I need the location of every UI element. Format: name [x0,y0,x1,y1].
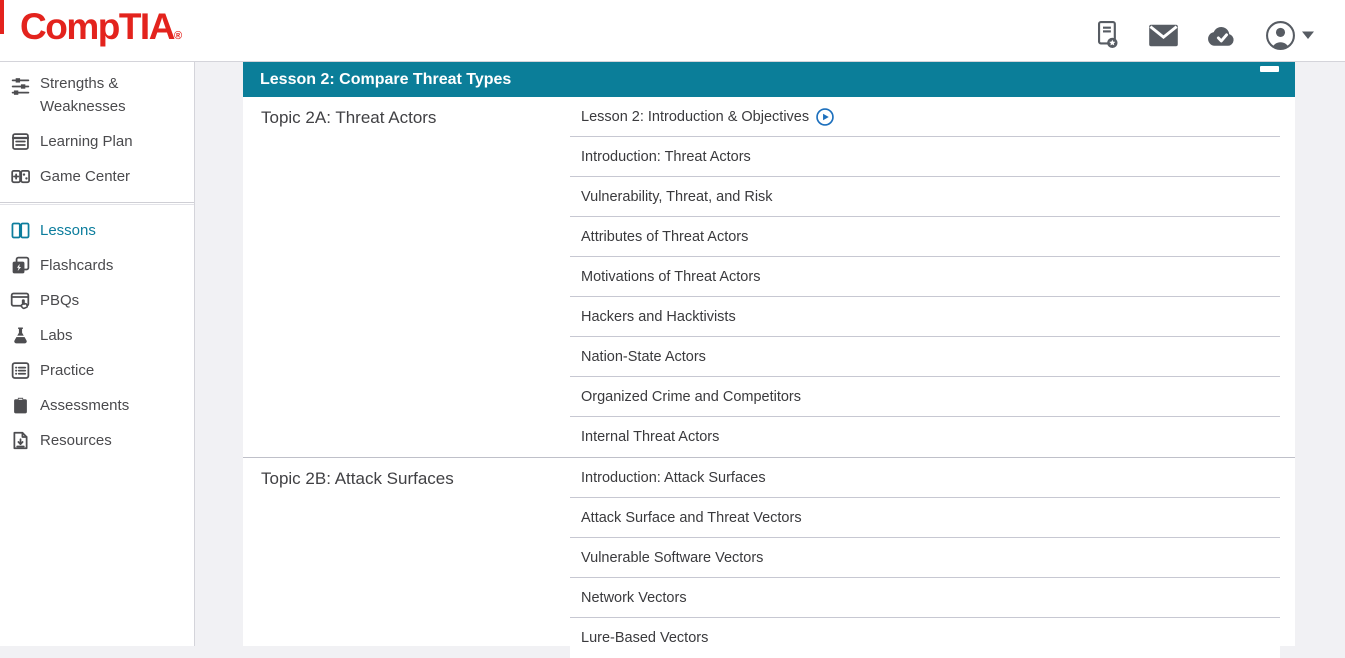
lesson-item-row[interactable]: Attributes of Threat Actors [570,217,1280,257]
sidebar-item-game-center[interactable]: Game Center [0,159,194,194]
sidebar-item-practice[interactable]: Practice [0,353,194,388]
lesson-item-label: Hackers and Hacktivists [581,309,736,325]
lesson-item-row[interactable]: Attack Surface and Threat Vectors [570,498,1280,538]
lesson-item-row[interactable]: Vulnerable Software Vectors [570,538,1280,578]
score-report-icon[interactable] [1094,19,1121,51]
lesson-item-label: Organized Crime and Competitors [581,389,801,405]
lesson-item-label: Attack Surface and Threat Vectors [581,510,802,526]
labs-icon [9,325,31,347]
lesson-item-label: Nation-State Actors [581,349,706,365]
lesson-item-row[interactable]: Internal Threat Actors [570,417,1280,457]
sidebar-item-assessments[interactable]: Assessments [0,388,194,423]
sidebar-divider [0,202,194,205]
practice-icon [9,360,31,382]
messages-icon[interactable] [1148,23,1179,48]
sidebar-item-label: Learning Plan [40,130,133,153]
lesson-item-row[interactable]: Hackers and Hacktivists [570,297,1280,337]
sidebar-item-label: Flashcards [40,254,113,277]
lesson-item-label: Motivations of Threat Actors [581,269,760,285]
sidebar-item-label: Resources [40,429,112,452]
topic-title-column: Topic 2A: Threat Actors [243,97,570,457]
resources-icon [9,430,31,452]
lesson-item-row[interactable]: Motivations of Threat Actors [570,257,1280,297]
game-center-icon [9,166,31,188]
comptia-logo-text: CompTIA [20,6,174,47]
topbar-actions [1094,0,1315,62]
lesson-header-title: Lesson 2: Compare Threat Types [260,71,511,89]
sidebar-item-label: Game Center [40,165,130,188]
cloud-sync-icon[interactable] [1206,23,1238,48]
sidebar-item-label: Strengths & Weaknesses [40,72,165,119]
sidebar-main-group: Lessons Flashcards PBQs Labs Practice Assessm… [0,213,194,458]
lesson-item-row[interactable]: Introduction: Attack Surfaces [570,458,1280,498]
edge-accent [0,0,4,34]
strengths-weaknesses-icon [9,75,31,97]
sidebar-item-lessons[interactable]: Lessons [0,213,194,248]
topic-title: Topic 2A: Threat Actors [261,108,570,128]
assessments-icon [9,395,31,417]
sidebar-item-label: Assessments [40,394,129,417]
learning-plan-icon [9,131,31,153]
topic-section-2: Topic 2B: Attack SurfacesIntroduction: A… [243,457,1295,658]
sidebar-item-label: Labs [40,324,73,347]
lesson-item-list: Lesson 2: Introduction & Objectives Intro… [570,97,1280,457]
lesson-item-row[interactable]: Lesson 2: Introduction & Objectives [570,97,1280,137]
play-circle-icon[interactable] [816,108,834,126]
pbqs-icon [9,290,31,312]
sidebar-item-strengths-weaknesses[interactable]: Strengths & Weaknesses [0,68,194,124]
sidebar-item-flashcards[interactable]: Flashcards [0,248,194,283]
sidebar-item-label: Practice [40,359,94,382]
sidebar-item-label: PBQs [40,289,79,312]
topic-title: Topic 2B: Attack Surfaces [261,469,570,489]
account-icon[interactable] [1265,20,1296,51]
lesson-item-label: Attributes of Threat Actors [581,229,748,245]
comptia-logo[interactable]: CompTIA® [20,6,182,48]
sidebar-navigation: Strengths & Weaknesses Learning Plan Game … [0,62,195,646]
lesson-item-label: Vulnerable Software Vectors [581,550,763,566]
lesson-item-row[interactable]: Network Vectors [570,578,1280,618]
lesson-item-label: Lesson 2: Introduction & Objectives [581,109,809,125]
lesson-item-row[interactable]: Vulnerability, Threat, and Risk [570,177,1280,217]
lesson-item-label: Lure-Based Vectors [581,630,708,646]
lesson-item-row[interactable]: Introduction: Threat Actors [570,137,1280,177]
flashcards-icon [9,255,31,277]
top-navigation-bar: CompTIA® [0,0,1345,62]
lesson-item-row[interactable]: Nation-State Actors [570,337,1280,377]
sidebar-item-pbqs[interactable]: PBQs [0,283,194,318]
lesson-item-label: Introduction: Threat Actors [581,149,751,165]
lesson-item-list: Introduction: Attack Surfaces Attack Surf… [570,458,1280,658]
sidebar-top-group: Strengths & Weaknesses Learning Plan Game … [0,68,194,194]
account-menu[interactable] [1265,20,1315,51]
minus-icon[interactable] [1260,66,1279,72]
sidebar-item-label: Lessons [40,219,96,242]
sidebar-item-learning-plan[interactable]: Learning Plan [0,124,194,159]
lesson-item-label: Network Vectors [581,590,687,606]
lesson-item-row[interactable]: Lure-Based Vectors [570,618,1280,658]
lesson-content-panel: Lesson 2: Compare Threat Types Topic 2A:… [243,62,1295,646]
sidebar-item-resources[interactable]: Resources [0,423,194,458]
lesson-header-bar[interactable]: Lesson 2: Compare Threat Types [243,62,1295,97]
lesson-item-label: Internal Threat Actors [581,429,719,445]
lesson-item-label: Vulnerability, Threat, and Risk [581,189,773,205]
lesson-item-row[interactable]: Organized Crime and Competitors [570,377,1280,417]
caret-down-icon[interactable] [1301,30,1315,40]
lesson-item-label: Introduction: Attack Surfaces [581,470,766,486]
topic-section-1: Topic 2A: Threat ActorsLesson 2: Introdu… [243,97,1295,457]
topics-container: Topic 2A: Threat ActorsLesson 2: Introdu… [243,97,1295,658]
registered-mark: ® [174,30,182,42]
topic-title-column: Topic 2B: Attack Surfaces [243,458,570,658]
lessons-icon [9,220,31,242]
sidebar-item-labs[interactable]: Labs [0,318,194,353]
